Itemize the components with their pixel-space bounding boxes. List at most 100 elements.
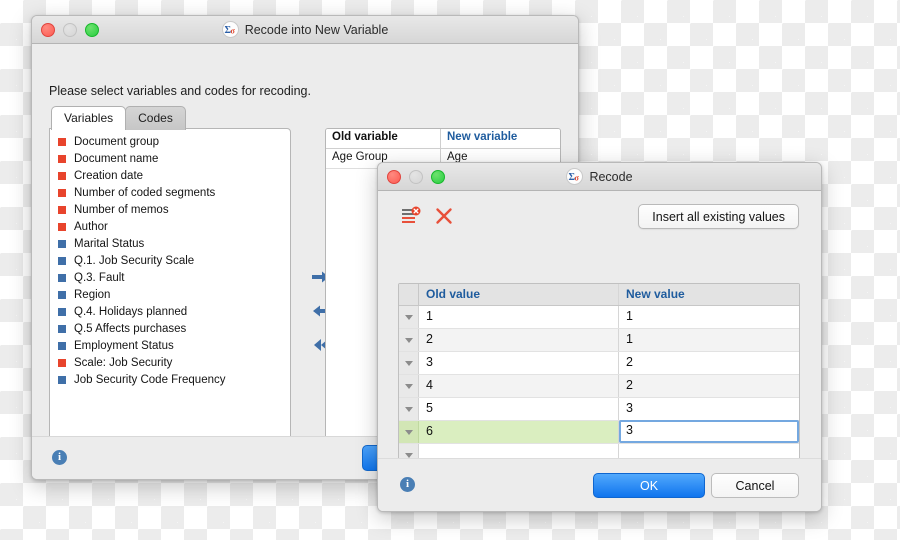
variable-type-swatch-icon (58, 256, 66, 265)
row-dropdown-handle[interactable] (399, 352, 419, 374)
chevron-down-icon (404, 314, 413, 320)
list-item-label: Scale: Job Security (74, 356, 173, 369)
table-row[interactable]: 21 (399, 329, 799, 352)
variable-type-swatch-icon (58, 324, 66, 333)
recode-value-table[interactable]: Old value New value 112132425363 (398, 283, 800, 481)
list-item[interactable]: Job Security Code Frequency (50, 371, 290, 388)
list-item[interactable]: Marital Status (50, 235, 290, 252)
cell-old-value[interactable]: 2 (419, 329, 619, 351)
table-row[interactable]: 42 (399, 375, 799, 398)
chevron-down-icon (404, 337, 413, 343)
variable-type-swatch-icon (58, 137, 66, 146)
list-item[interactable]: Document name (50, 150, 290, 167)
list-item[interactable]: Region (50, 286, 290, 303)
list-item[interactable]: Q.4. Holidays planned (50, 303, 290, 320)
list-item[interactable]: Scale: Job Security (50, 354, 290, 371)
list-item[interactable]: Author (50, 218, 290, 235)
list-item-label: Employment Status (74, 339, 174, 352)
cell-old-value[interactable]: 3 (419, 352, 619, 374)
chevron-down-icon (404, 452, 413, 458)
row-dropdown-handle[interactable] (399, 398, 419, 420)
list-item-label: Q.3. Fault (74, 271, 125, 284)
list-item-label: Q.4. Holidays planned (74, 305, 188, 318)
chevron-down-icon (404, 383, 413, 389)
list-item[interactable]: Document group (50, 133, 290, 150)
list-item-label: Q.5 Affects purchases (74, 322, 187, 335)
list-item[interactable]: Q.5 Affects purchases (50, 320, 290, 337)
table-row[interactable]: 11 (399, 306, 799, 329)
variable-type-swatch-icon (58, 341, 66, 350)
recode-dialog-body: Insert all existing values Old value New… (378, 191, 821, 511)
front-window-titlebar[interactable]: Σ σ Recode (378, 163, 821, 191)
minimize-button[interactable] (63, 22, 77, 37)
cell-new-value-editing[interactable]: 3 (619, 420, 799, 443)
list-item[interactable]: Employment Status (50, 337, 290, 354)
cancel-button[interactable]: Cancel (711, 473, 799, 498)
maximize-button[interactable] (431, 169, 445, 184)
table-row[interactable]: 53 (399, 398, 799, 421)
back-window-title: Recode into New Variable (244, 22, 389, 37)
cell-old-value[interactable]: 1 (419, 306, 619, 328)
info-icon[interactable]: i (52, 450, 67, 465)
list-item[interactable]: Number of memos (50, 201, 290, 218)
selected-variables-header-row: Old variable New variable (326, 129, 560, 149)
back-window-traffic-lights (41, 22, 99, 37)
back-window-titlebar[interactable]: Σ σ Recode into New Variable (32, 16, 578, 44)
chevron-down-icon (404, 406, 413, 412)
row-dropdown-handle[interactable] (399, 329, 419, 351)
sigma-recode-icon: Σ σ (221, 21, 239, 38)
variable-type-swatch-icon (58, 205, 66, 214)
list-item-label: Region (74, 288, 111, 301)
chevron-down-icon (404, 360, 413, 366)
col-header-new-variable: New variable (447, 131, 518, 143)
cell-new-value[interactable]: 3 (619, 398, 799, 420)
clear-x-icon (436, 208, 452, 224)
tab-variables[interactable]: Variables (51, 106, 127, 130)
cell-new-value[interactable]: 2 (619, 375, 799, 397)
row-dropdown-handle[interactable] (399, 421, 419, 443)
variable-type-swatch-icon (58, 222, 66, 231)
table-row[interactable]: 63 (399, 420, 799, 444)
ok-button[interactable]: OK (593, 473, 705, 498)
delete-row-icon (402, 206, 421, 223)
insert-all-existing-values-button[interactable]: Insert all existing values (638, 204, 799, 229)
list-item-label: Author (74, 220, 108, 233)
list-item-label: Document group (74, 135, 160, 148)
variable-type-swatch-icon (58, 307, 66, 316)
list-item-label: Q.1. Job Security Scale (74, 254, 195, 267)
variables-list[interactable]: Document group Document name Creation date… (49, 128, 291, 462)
front-window-title: Recode (589, 169, 633, 184)
list-item[interactable]: Q.3. Fault (50, 269, 290, 286)
delete-row-button[interactable] (400, 205, 422, 227)
close-button[interactable] (387, 169, 401, 184)
close-button[interactable] (41, 22, 55, 37)
variable-type-swatch-icon (58, 375, 66, 384)
recode-dialog: Σ σ Recode Insert all existing values Ol… (377, 162, 822, 512)
row-dropdown-handle[interactable] (399, 375, 419, 397)
cell-old-value[interactable]: 6 (419, 421, 619, 443)
list-item[interactable]: Number of coded segments (50, 184, 290, 201)
recode-dialog-footer: i OK Cancel (378, 458, 821, 511)
front-window-traffic-lights (387, 169, 445, 184)
list-item-label: Number of coded segments (74, 186, 216, 199)
tab-codes[interactable]: Codes (125, 106, 186, 130)
list-item[interactable]: Q.1. Job Security Scale (50, 252, 290, 269)
minimize-button[interactable] (409, 169, 423, 184)
cell-new-value[interactable]: 2 (619, 352, 799, 374)
table-row[interactable]: 32 (399, 352, 799, 375)
variable-type-swatch-icon (58, 273, 66, 282)
list-item-label: Creation date (74, 169, 144, 182)
svg-text:σ: σ (575, 174, 580, 183)
info-icon[interactable]: i (400, 477, 415, 492)
clear-all-button[interactable] (433, 205, 455, 227)
row-dropdown-handle[interactable] (399, 306, 419, 328)
cell-old-value[interactable]: 4 (419, 375, 619, 397)
cell-old-value[interactable]: 5 (419, 398, 619, 420)
variable-type-swatch-icon (58, 171, 66, 180)
svg-text:σ: σ (230, 27, 235, 36)
cell-new-value[interactable]: 1 (619, 329, 799, 351)
cell-new-value[interactable]: 1 (619, 306, 799, 328)
variables-codes-tabstrip: Variables Codes (51, 106, 186, 130)
list-item[interactable]: Creation date (50, 167, 290, 184)
maximize-button[interactable] (85, 22, 99, 37)
